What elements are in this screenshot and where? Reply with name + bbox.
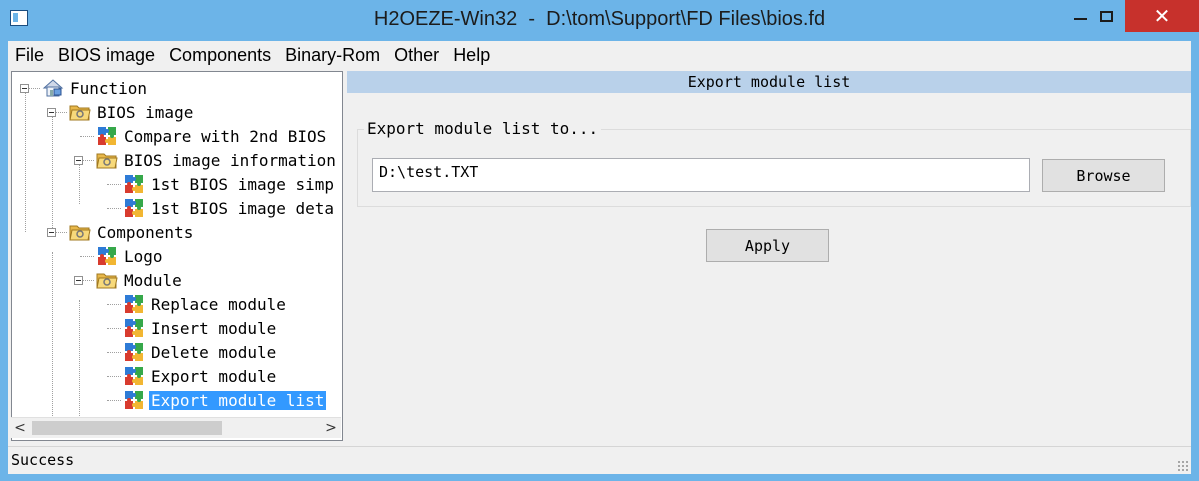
puzzle-icon — [123, 341, 145, 363]
tree-connector-line — [52, 252, 53, 420]
tree-item[interactable]: 1st BIOS image simp — [123, 172, 336, 196]
menu-binary-rom[interactable]: Binary-Rom — [278, 45, 387, 66]
browse-button[interactable]: Browse — [1042, 159, 1165, 192]
tree-item-label: 1st BIOS image deta — [151, 198, 335, 218]
tree-item-label: Replace module — [151, 294, 286, 314]
maximize-icon — [1099, 10, 1113, 22]
status-text: Success — [11, 451, 75, 469]
menu-bios-image[interactable]: BIOS image — [51, 45, 162, 66]
tree-connector-line — [25, 84, 26, 232]
tree-connector-line — [107, 184, 121, 185]
tree-connector-line — [107, 304, 121, 305]
scroll-left-arrow-icon[interactable]: < — [11, 418, 29, 438]
tree-connector-line — [79, 300, 80, 420]
menu-bar: File BIOS image Components Binary-Rom Ot… — [8, 41, 1191, 69]
close-icon: ✕ — [1153, 4, 1171, 28]
tree-item-label: BIOS image — [97, 102, 194, 122]
panel-header: Export module list — [347, 71, 1191, 93]
tree-item[interactable]: Function — [42, 76, 149, 100]
puzzle-icon — [123, 365, 145, 387]
window-title: H2OEZE-Win32 - D:\tom\Support\FD Files\b… — [373, 8, 826, 30]
tree-horizontal-scrollbar[interactable]: < > — [11, 417, 341, 438]
tree-connector-line — [107, 352, 121, 353]
tree-item-label: Logo — [124, 246, 163, 266]
function-tree[interactable]: Function BIOS image Compare with 2nd BIOS B… — [11, 71, 343, 441]
tree-connector-line — [107, 208, 121, 209]
folder-icon — [96, 149, 118, 171]
tree-item[interactable]: 1st BIOS image deta — [123, 196, 336, 220]
tree-connector-line — [107, 328, 121, 329]
tree-item[interactable]: Replace module — [123, 292, 288, 316]
export-groupbox: Export module list to... D:\test.TXT Bro… — [357, 119, 1191, 207]
tree-item[interactable]: Export module — [123, 364, 278, 388]
tree-connector-line — [80, 256, 94, 257]
puzzle-icon — [123, 293, 145, 315]
tree-item[interactable]: BIOS image — [69, 100, 195, 124]
tree-connector-line — [80, 136, 94, 137]
tree-item-label: Insert module — [151, 318, 277, 338]
tree-item-label: Components — [97, 222, 194, 242]
tree-collapse-icon[interactable] — [74, 156, 83, 165]
tree-item-label: Function — [70, 78, 148, 98]
tree-collapse-icon[interactable] — [47, 108, 56, 117]
scrollbar-thumb[interactable] — [32, 421, 222, 435]
status-bar: Success — [8, 446, 1191, 474]
maximize-button[interactable] — [1083, 0, 1129, 32]
tree-item-label: Export module — [151, 366, 277, 386]
folder-icon — [69, 221, 91, 243]
menu-file[interactable]: File — [8, 45, 51, 66]
menu-components[interactable]: Components — [162, 45, 278, 66]
tree-item-label: Delete module — [151, 342, 277, 362]
tree-collapse-icon[interactable] — [47, 228, 56, 237]
folder-icon — [69, 101, 91, 123]
folder-icon — [96, 269, 118, 291]
tree-connector-line — [107, 376, 121, 377]
tree-collapse-icon[interactable] — [74, 276, 83, 285]
tree-collapse-icon[interactable] — [20, 84, 29, 93]
tree-item-label: BIOS image information — [124, 150, 336, 170]
tree-item-selected[interactable]: Export module list — [123, 388, 328, 412]
tree-item-label: 1st BIOS image simp — [151, 174, 335, 194]
puzzle-icon — [123, 317, 145, 339]
tree-connector-line — [107, 400, 121, 401]
puzzle-icon — [96, 245, 118, 267]
tree-connector-line — [52, 108, 53, 228]
tree-item-label: Module — [124, 270, 182, 290]
apply-button[interactable]: Apply — [706, 229, 829, 262]
puzzle-icon — [123, 173, 145, 195]
tree-item-label: Compare with 2nd BIOS — [124, 126, 327, 146]
close-button[interactable]: ✕ — [1125, 0, 1199, 32]
menu-other[interactable]: Other — [387, 45, 446, 66]
scroll-right-arrow-icon[interactable]: > — [322, 418, 340, 438]
home-computer-icon — [42, 77, 64, 99]
group-label: Export module list to... — [364, 119, 602, 138]
tree-item[interactable]: Compare with 2nd BIOS — [96, 124, 328, 148]
title-bar: H2OEZE-Win32 - D:\tom\Support\FD Files\b… — [0, 0, 1199, 40]
tree-item[interactable]: BIOS image information — [96, 148, 338, 172]
tree-item[interactable]: Components — [69, 220, 195, 244]
tree-item[interactable]: Insert module — [123, 316, 278, 340]
menu-help[interactable]: Help — [446, 45, 497, 66]
client-area: Function BIOS image Compare with 2nd BIOS B… — [8, 69, 1191, 474]
puzzle-icon — [123, 389, 145, 411]
puzzle-icon — [123, 197, 145, 219]
tree-item[interactable]: Delete module — [123, 340, 278, 364]
resize-grip-icon[interactable] — [1177, 460, 1189, 472]
tree-item[interactable]: Module — [96, 268, 184, 292]
tree-item[interactable]: Logo — [96, 244, 165, 268]
tree-item-label: Export module list — [147, 389, 328, 411]
puzzle-icon — [96, 125, 118, 147]
export-path-input[interactable]: D:\test.TXT — [372, 158, 1030, 192]
